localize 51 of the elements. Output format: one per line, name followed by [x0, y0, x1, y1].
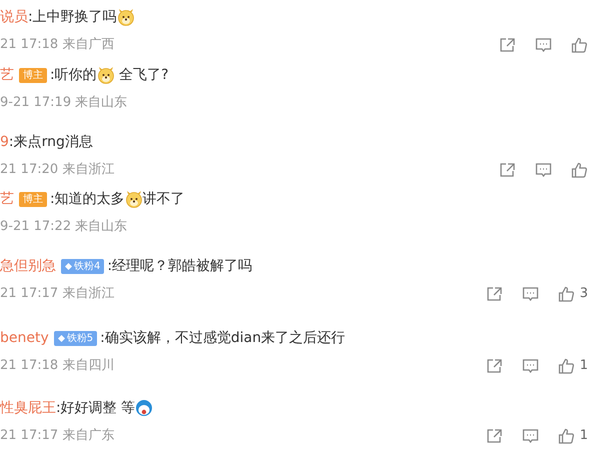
comment-text: :好好调整 等: [56, 399, 136, 418]
share-icon[interactable]: [486, 428, 503, 444]
comment-text: 讲不了: [142, 190, 185, 209]
like-count: 3: [580, 285, 588, 304]
user-name[interactable]: benety: [0, 328, 49, 348]
comment-text: :经理呢？郭皓被解了吗: [107, 257, 252, 276]
fan-badge: 铁粉4: [61, 258, 104, 274]
user-name[interactable]: 艺: [0, 189, 14, 209]
diamond-icon: [65, 262, 72, 270]
thumbs-up-icon[interactable]: [571, 37, 588, 53]
share-icon[interactable]: [499, 162, 516, 178]
comment-icon[interactable]: [535, 37, 552, 53]
comment-icon[interactable]: [535, 162, 552, 178]
dog-emoji-icon: [116, 8, 135, 26]
comment-text: :听你的: [50, 66, 97, 85]
user-name[interactable]: 9: [0, 132, 9, 152]
comment-text: :确实该解，不过感觉dian来了之后还行: [100, 329, 346, 348]
comment-meta: 21 17:17 来自广东: [0, 427, 114, 446]
fan-badge: 铁粉5: [54, 330, 98, 346]
dog-emoji-icon: [96, 66, 115, 84]
thumbs-up-icon[interactable]: [558, 428, 575, 444]
user-name[interactable]: 急但别急: [0, 256, 56, 276]
comment-meta: 21 17:18 来自四川: [0, 357, 114, 376]
dog-emoji-icon: [124, 190, 143, 208]
comment-text: :上中野换了吗: [28, 8, 117, 27]
like-count: 1: [580, 427, 588, 446]
share-icon[interactable]: [486, 286, 503, 302]
like-count: 1: [580, 357, 588, 376]
comment-meta: 21 17:17 来自浙江: [0, 285, 114, 304]
user-name[interactable]: 艺: [0, 65, 14, 85]
comment-icon[interactable]: [522, 286, 539, 302]
comment-meta: 9-21 17:22 来自山东: [0, 218, 128, 236]
comment-text: :知道的太多: [50, 190, 125, 209]
comment-meta: 21 17:20 来自浙江: [0, 161, 114, 180]
round-emoji-icon: [135, 399, 154, 417]
comment-icon[interactable]: [522, 428, 539, 444]
comment-meta: 9-21 17:19 来自山东: [0, 94, 128, 112]
share-icon[interactable]: [486, 358, 503, 374]
share-icon[interactable]: [499, 37, 516, 53]
user-name[interactable]: 性臭屁王: [0, 398, 56, 418]
comment-text: 全飞了?: [118, 66, 169, 85]
comment-text: :来点rng消息: [8, 133, 93, 152]
author-badge: 博主: [19, 192, 47, 206]
comment-icon[interactable]: [522, 358, 539, 374]
thumbs-up-icon[interactable]: [558, 358, 575, 374]
author-badge: 博主: [19, 68, 47, 82]
diamond-icon: [58, 334, 65, 342]
user-name[interactable]: 说员: [0, 7, 28, 27]
thumbs-up-icon[interactable]: [571, 162, 588, 178]
comment-meta: 21 17:18 来自广西: [0, 36, 114, 54]
thumbs-up-icon[interactable]: [558, 286, 575, 302]
